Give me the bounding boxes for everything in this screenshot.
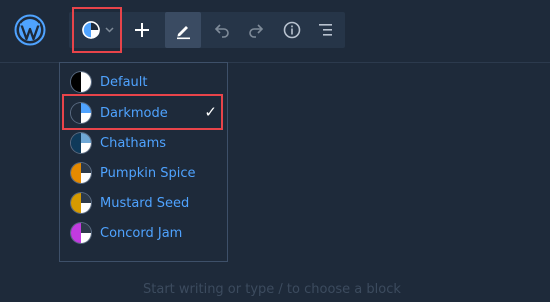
theme-option-mustard-seed[interactable]: Mustard Seed xyxy=(64,189,223,217)
theme-option-label: Darkmode xyxy=(100,105,168,121)
editor-placeholder[interactable]: Start writing or type / to choose a bloc… xyxy=(143,282,401,297)
color-swatch-icon xyxy=(71,193,91,213)
theme-dropdown-menu: Default Darkmode ✓ Chathams Pumpkin Spice Mus… xyxy=(59,62,228,262)
theme-switcher-button[interactable] xyxy=(79,12,121,48)
info-icon xyxy=(283,21,301,39)
plus-icon xyxy=(135,23,149,37)
add-block-button[interactable] xyxy=(127,12,157,48)
undo-icon xyxy=(214,24,229,38)
theme-option-label: Chathams xyxy=(100,135,167,151)
chevron-down-icon xyxy=(105,27,114,33)
theme-option-label: Mustard Seed xyxy=(100,195,190,211)
theme-switcher-icon xyxy=(82,21,100,39)
color-swatch-icon xyxy=(71,223,91,243)
redo-icon xyxy=(249,24,264,38)
list-view-icon xyxy=(319,24,332,36)
theme-option-label: Pumpkin Spice xyxy=(100,165,196,181)
undo-button[interactable] xyxy=(207,12,237,48)
list-view-button[interactable] xyxy=(311,12,341,48)
checkmark-icon: ✓ xyxy=(204,103,217,121)
theme-option-pumpkin-spice[interactable]: Pumpkin Spice xyxy=(64,159,223,187)
theme-option-concord-jam[interactable]: Concord Jam xyxy=(64,219,223,247)
theme-option-label: Default xyxy=(100,74,148,90)
color-swatch-icon xyxy=(71,163,91,183)
details-button[interactable] xyxy=(277,12,307,48)
redo-button[interactable] xyxy=(241,12,271,48)
color-swatch-icon xyxy=(71,72,91,92)
theme-option-darkmode[interactable]: Darkmode ✓ xyxy=(64,99,223,127)
theme-option-default[interactable]: Default xyxy=(64,68,223,96)
pencil-icon xyxy=(177,26,190,40)
theme-option-label: Concord Jam xyxy=(100,225,183,241)
edit-mode-button[interactable] xyxy=(165,12,201,48)
color-swatch-icon xyxy=(71,133,91,153)
theme-option-chathams[interactable]: Chathams xyxy=(64,129,223,157)
editor-header xyxy=(0,0,550,63)
wordpress-logo[interactable] xyxy=(14,14,46,46)
color-swatch-icon xyxy=(71,103,91,123)
